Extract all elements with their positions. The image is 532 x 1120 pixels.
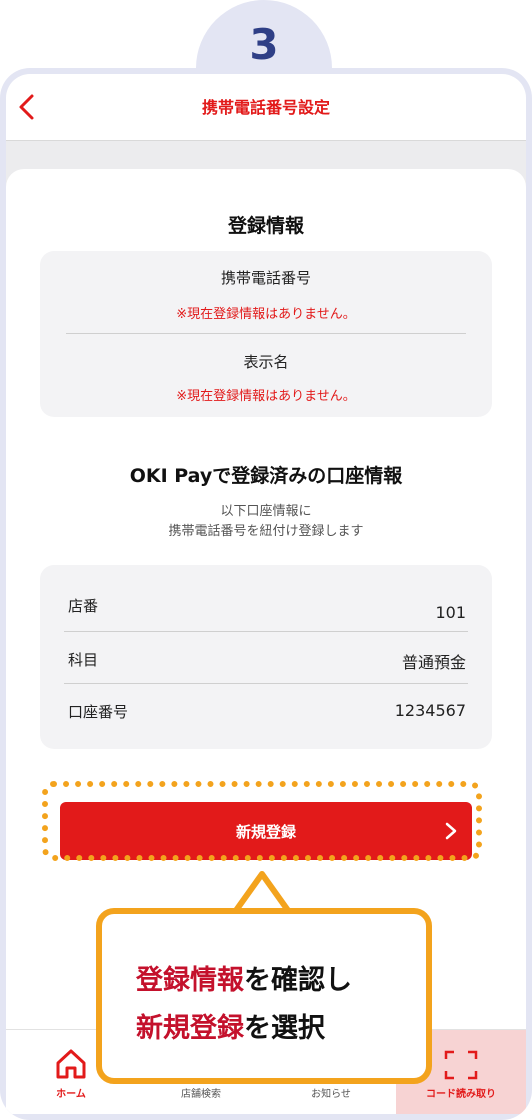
account-number-label: 口座番号 — [68, 703, 129, 721]
display-name-label: 表示名 — [243, 353, 289, 371]
callout-text-1: を確認し — [244, 965, 352, 996]
tab-label-notifications: お知らせ — [311, 1089, 351, 1100]
registration-info-heading: 登録情報 — [227, 215, 304, 237]
account-divider — [64, 631, 468, 632]
callout-line-1: 登録情報を確認し — [136, 958, 352, 997]
phone-number-label: 携帯電話番号 — [220, 269, 311, 287]
tab-label-store-search: 店舗検索 — [181, 1089, 221, 1100]
account-description-line1: 以下口座情報に — [220, 504, 312, 519]
account-type-value: 普通預金 — [401, 653, 466, 672]
tab-label-code-reader: コード読み取り — [426, 1089, 496, 1100]
account-type-label: 科目 — [68, 651, 99, 669]
callout-text-2: を選択 — [244, 1013, 325, 1044]
app-header: 携帯電話番号設定 — [6, 74, 526, 141]
page-title: 携帯電話番号設定 — [201, 98, 330, 117]
callout-highlight-1: 登録情報 — [136, 965, 244, 996]
phone-number-status: ※現在登録情報はありません。 — [176, 307, 356, 322]
account-info-box: 店番 101 科目 普通預金 口座番号 1234567 — [40, 565, 492, 749]
instruction-callout: 登録情報を確認し 新規登録を選択 — [96, 908, 432, 1084]
info-divider — [66, 333, 466, 334]
account-divider — [64, 683, 468, 684]
account-number-value: 1234567 — [394, 701, 466, 720]
branch-number-value: 101 — [435, 603, 466, 622]
step-number: 3 — [249, 20, 279, 69]
display-name-status: ※現在登録情報はありません。 — [176, 389, 356, 404]
home-icon — [56, 1049, 86, 1079]
callout-highlight-2: 新規登録 — [136, 1013, 244, 1044]
tab-label-home: ホーム — [56, 1089, 86, 1100]
callout-line-2: 新規登録を選択 — [136, 1006, 325, 1045]
account-description-line2: 携帯電話番号を紐付け登録します — [168, 524, 364, 539]
account-info-heading: OKI Payで登録済みの口座情報 — [129, 465, 403, 487]
scan-frame-icon — [444, 1050, 478, 1080]
branch-number-label: 店番 — [68, 597, 99, 615]
registration-info-box: 携帯電話番号 ※現在登録情報はありません。 表示名 ※現在登録情報はありません。 — [40, 251, 492, 417]
highlight-frame — [42, 781, 482, 861]
